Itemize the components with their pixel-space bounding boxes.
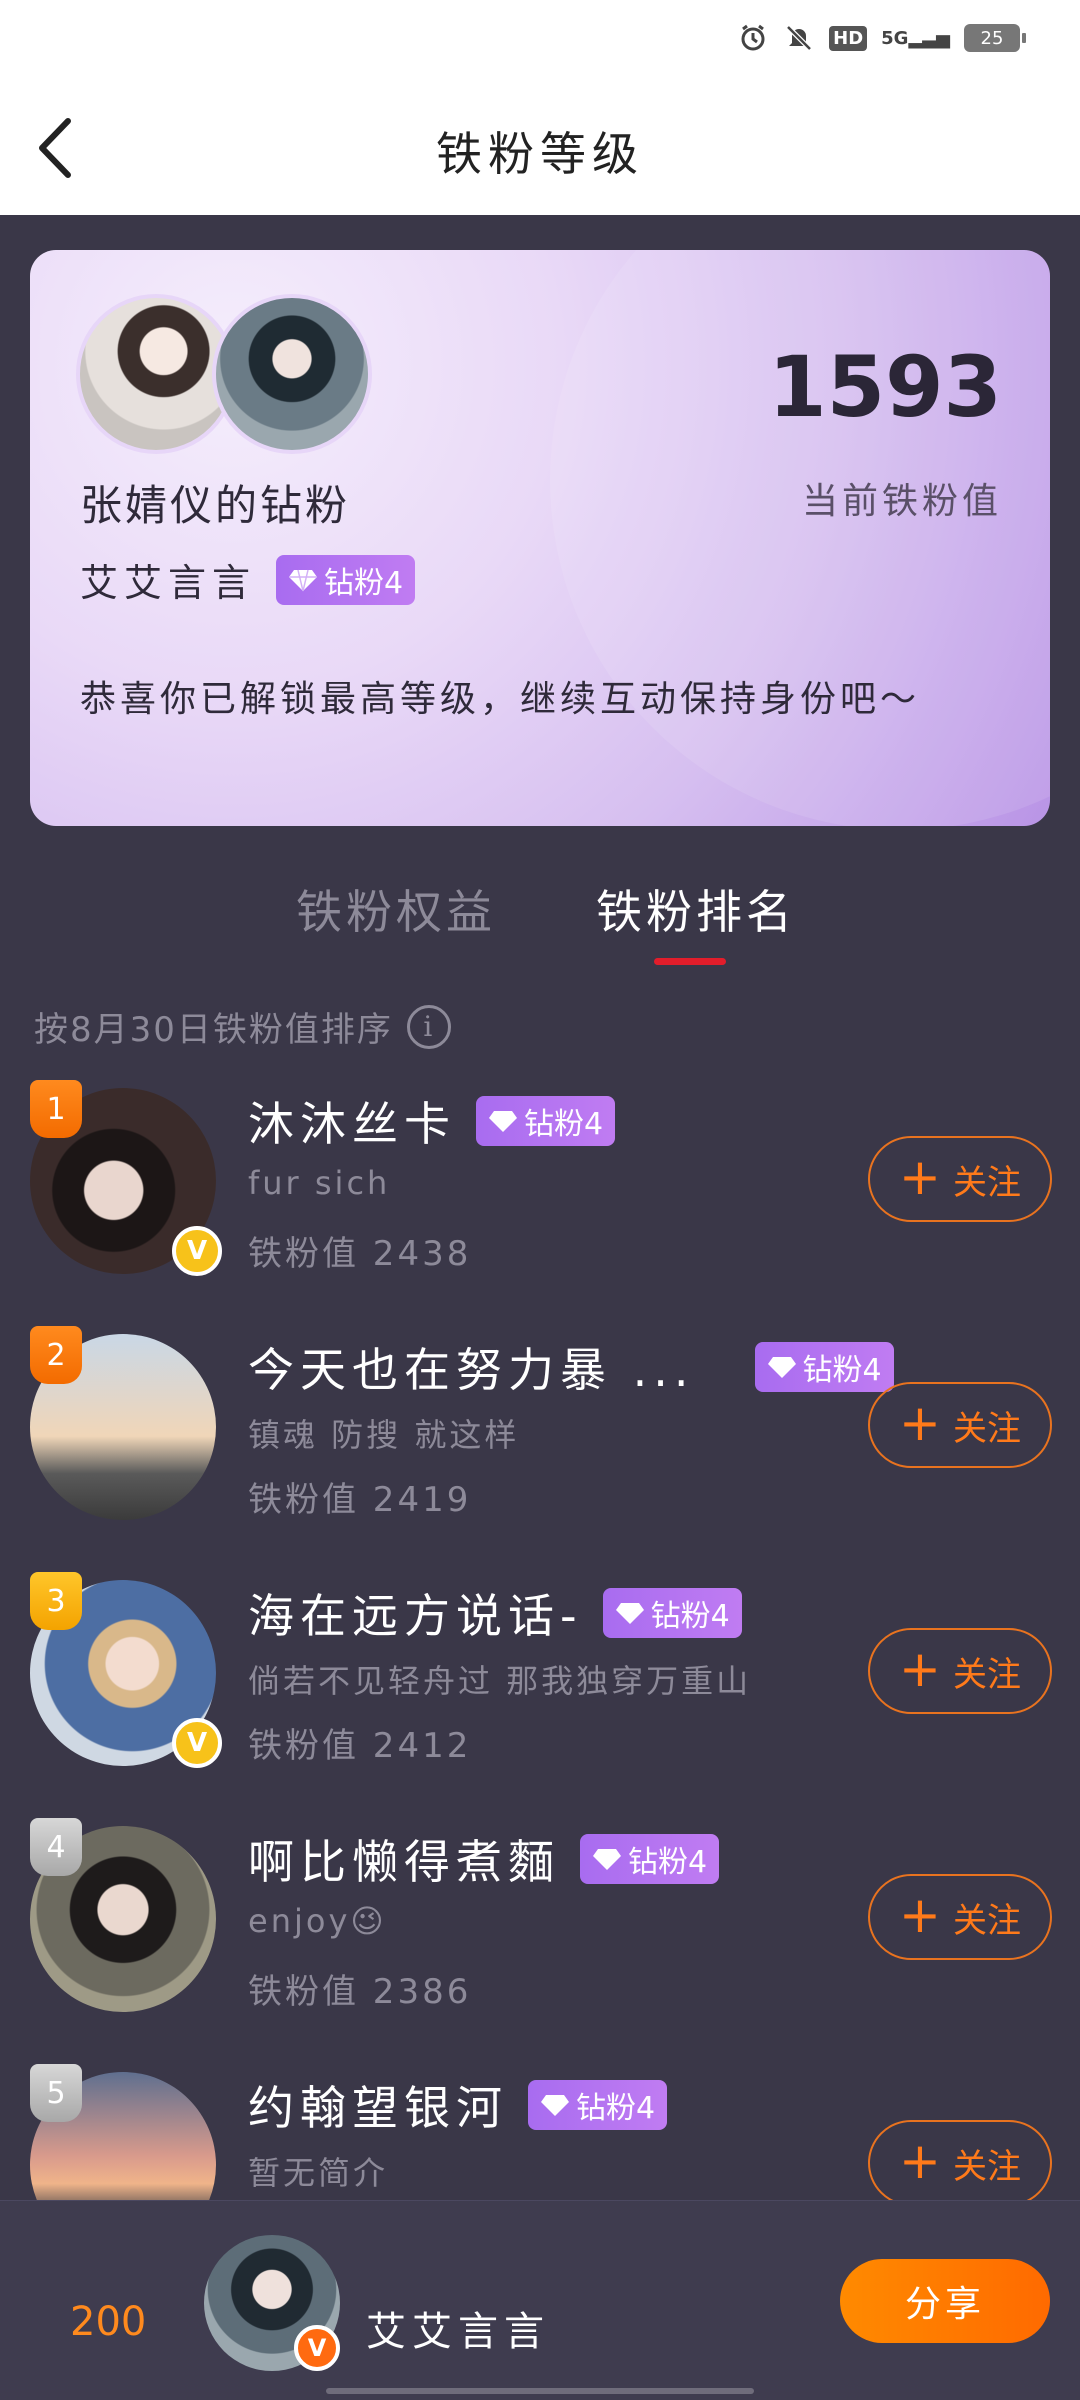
mute-icon <box>783 22 815 54</box>
diamond-icon <box>615 1603 644 1624</box>
rank-badge: 4 <box>30 1818 82 1876</box>
fan-score-label: 当前铁粉值 <box>801 481 1002 522</box>
fan-bio: fur sich <box>248 1164 391 1202</box>
plus-icon: + <box>899 2132 941 2190</box>
avatar-pair <box>76 294 386 464</box>
follow-label: 关注 <box>952 2146 1021 2187</box>
my-rank-bar: 200 V 艾艾言言 分享 <box>0 2200 1080 2400</box>
hd-icon: HD <box>829 25 868 51</box>
rank-badge: 3 <box>30 1572 82 1630</box>
diamond-icon <box>541 2095 569 2116</box>
share-button[interactable]: 分享 <box>840 2259 1050 2343</box>
fan-group-title: 张婧仪的钻粉 <box>80 481 351 530</box>
fan-bio: enjoy😉 <box>248 1902 387 1940</box>
plus-icon: + <box>899 1640 941 1698</box>
fan-level-card: 张婧仪的钻粉 艾艾言言 钻粉4 1593 当前铁粉值 恭喜你已解锁最高等级，继续… <box>30 250 1050 826</box>
network-label: 5G <box>881 27 909 49</box>
rank-badge: 5 <box>30 2064 82 2122</box>
follow-button[interactable]: + 关注 <box>868 1136 1052 1222</box>
user-line: 艾艾言言 钻粉4 <box>80 552 416 607</box>
diamond-icon <box>767 1357 796 1378</box>
list-item[interactable]: 3 V 海在远方说话- 钻粉4 倘若不见轻舟过 那我独穿万重山 铁粉值 2412… <box>0 1572 1080 1818</box>
fan-score: 铁粉值 2419 <box>248 1480 472 1520</box>
follow-label: 关注 <box>952 1654 1021 1695</box>
page-title: 铁粉等级 <box>436 127 644 181</box>
plus-icon: + <box>899 1394 941 1452</box>
plus-icon: + <box>899 1886 941 1944</box>
battery-level: 25 <box>980 27 1004 49</box>
verified-icon: V <box>172 1718 222 1768</box>
fan-badge-label: 钻粉4 <box>628 1845 708 1880</box>
list-item[interactable]: 1 V 沐沐丝卡 钻粉4 fur sich 铁粉值 2438 + 关注 <box>0 1080 1080 1326</box>
verified-icon: V <box>294 2325 340 2371</box>
my-name: 艾艾言言 <box>366 2309 550 2355</box>
fan-badge-label: 钻粉4 <box>650 1599 730 1634</box>
fan-name: 海在远方说话- <box>248 1589 583 1643</box>
rank-badge: 2 <box>30 1326 82 1384</box>
verified-icon: V <box>172 1226 222 1276</box>
rank-badge: 1 <box>30 1080 82 1138</box>
follow-label: 关注 <box>952 1900 1021 1941</box>
fan-badge-label: 钻粉4 <box>324 565 404 601</box>
user-name: 艾艾言言 <box>80 561 257 605</box>
plus-icon: + <box>899 1148 941 1206</box>
top-bar: HD 5G▂▃▅ 25 铁粉等级 <box>0 0 1080 215</box>
fan-name: 约翰望银河 <box>248 2081 508 2135</box>
ranking-list[interactable]: 1 V 沐沐丝卡 钻粉4 fur sich 铁粉值 2438 + 关注 2 今天也… <box>0 1080 1080 2200</box>
fan-badge: 钻粉4 <box>276 554 416 605</box>
follow-label: 关注 <box>952 1162 1021 1203</box>
sort-note-text: 按8月30日铁粉值排序 <box>34 1010 393 1050</box>
tab-ranking[interactable]: 铁粉排名 <box>596 876 796 942</box>
idol-avatar[interactable] <box>212 294 372 454</box>
battery-icon: 25 <box>964 24 1026 52</box>
fan-score: 铁粉值 2386 <box>248 1972 472 2012</box>
fan-badge: 钻粉4 <box>580 1834 720 1884</box>
home-indicator[interactable] <box>326 2388 754 2394</box>
fan-badge: 钻粉4 <box>476 1096 616 1146</box>
alarm-icon <box>737 22 769 54</box>
fan-bio: 暂无简介 <box>248 2154 389 2192</box>
follow-button[interactable]: + 关注 <box>868 1628 1052 1714</box>
diamond-icon <box>593 1849 621 1870</box>
congrats-message: 恭喜你已解锁最高等级，继续互动保持身份吧～ <box>80 679 921 720</box>
follow-button[interactable]: + 关注 <box>868 1874 1052 1960</box>
info-icon[interactable]: i <box>406 1004 451 1049</box>
follow-button[interactable]: + 关注 <box>868 2120 1052 2200</box>
fan-badge: 钻粉4 <box>602 1588 742 1638</box>
fan-badge-label: 钻粉4 <box>524 1107 604 1142</box>
name-line: 海在远方说话- 钻粉4 <box>248 1580 742 1646</box>
fan-badge: 钻粉4 <box>754 1342 894 1392</box>
fan-name: 今天也在努力暴 ... <box>248 1343 695 1397</box>
list-item[interactable]: 4 啊比懒得煮麵 钻粉4 enjoy😉 铁粉值 2386 + 关注 <box>0 1818 1080 2064</box>
fan-badge: 钻粉4 <box>528 2080 668 2130</box>
list-item[interactable]: 5 约翰望银河 钻粉4 暂无简介 + 关注 <box>0 2064 1080 2200</box>
diamond-icon <box>289 569 318 591</box>
fan-badge-label: 钻粉4 <box>576 2091 656 2126</box>
fan-badge-label: 钻粉4 <box>802 1353 882 1388</box>
fan-score: 铁粉值 2412 <box>248 1726 472 1766</box>
tab-indicator <box>654 958 726 965</box>
name-line: 今天也在努力暴 ... 钻粉4 <box>248 1334 894 1400</box>
status-bar: HD 5G▂▃▅ 25 <box>737 22 1026 54</box>
sort-note: 按8月30日铁粉值排序 i <box>34 1002 451 1051</box>
list-item[interactable]: 2 今天也在努力暴 ... 钻粉4 镇魂 防搜 就这样 铁粉值 2419 + 关注 <box>0 1326 1080 1572</box>
fan-name: 啊比懒得煮麵 <box>248 1835 560 1889</box>
fan-score: 1593 <box>768 338 1002 436</box>
my-rank: 200 <box>70 2299 147 2345</box>
name-line: 约翰望银河 钻粉4 <box>248 2072 668 2138</box>
tab-benefits[interactable]: 铁粉权益 <box>296 876 496 942</box>
name-line: 啊比懒得煮麵 钻粉4 <box>248 1826 720 1892</box>
name-line: 沐沐丝卡 钻粉4 <box>248 1088 616 1154</box>
diamond-icon <box>489 1111 517 1132</box>
fan-name: 沐沐丝卡 <box>248 1097 456 1151</box>
fan-score: 铁粉值 2438 <box>248 1234 472 1274</box>
signal-icon: 5G▂▃▅ <box>881 27 950 49</box>
fan-bio: 镇魂 防搜 就这样 <box>248 1416 520 1454</box>
follow-label: 关注 <box>952 1408 1021 1449</box>
fan-bio: 倘若不见轻舟过 那我独穿万重山 <box>248 1662 752 1700</box>
follow-button[interactable]: + 关注 <box>868 1382 1052 1468</box>
